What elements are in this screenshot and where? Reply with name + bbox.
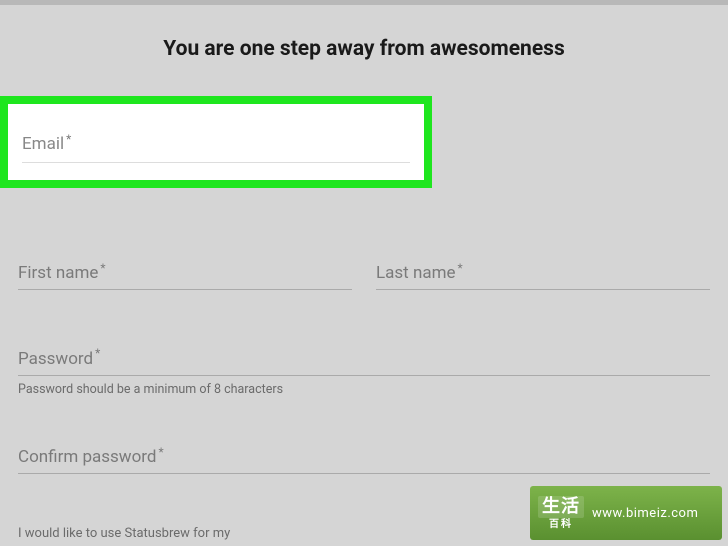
email-highlight-box: Email* <box>0 96 432 188</box>
watermark-text-top: 生活 <box>538 496 584 518</box>
page-title: You are one step away from awesomeness <box>0 37 728 61</box>
last-name-field-wrap[interactable]: Last name* <box>376 261 710 290</box>
watermark-logo: 生活 百科 <box>538 496 584 530</box>
first-name-field-wrap[interactable]: First name* <box>18 261 352 290</box>
password-field-wrap[interactable]: Password* <box>18 346 710 375</box>
email-field-wrap[interactable]: Email* <box>22 132 410 163</box>
watermark-url: www.bimeiz.com <box>592 506 698 521</box>
watermark-text-bottom: 百科 <box>549 520 573 530</box>
window-top-bar <box>0 0 728 5</box>
confirm-password-field-wrap[interactable]: Confirm password* <box>18 445 710 474</box>
watermark-badge: 生活 百科 www.bimeiz.com <box>530 486 722 540</box>
password-hint: Password should be a minimum of 8 charac… <box>18 382 710 397</box>
